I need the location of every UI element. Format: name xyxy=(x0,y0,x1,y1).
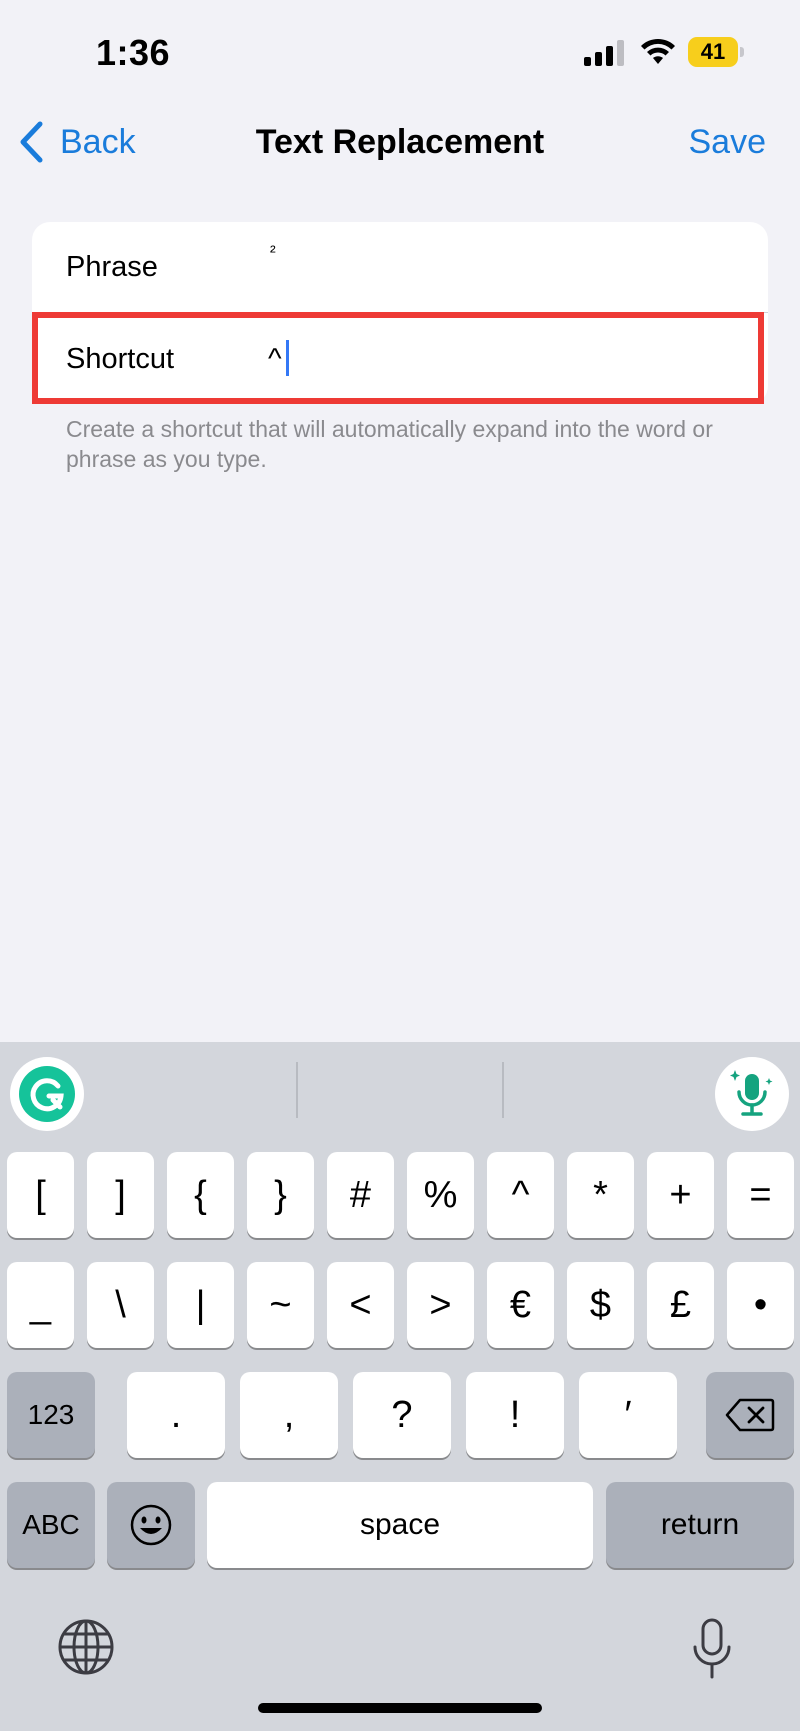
key[interactable]: < xyxy=(327,1262,394,1348)
key[interactable]: \ xyxy=(87,1262,154,1348)
key[interactable]: } xyxy=(247,1152,314,1238)
grammarly-icon xyxy=(19,1066,75,1122)
shortcut-label: Shortcut xyxy=(66,343,174,375)
key[interactable]: % xyxy=(407,1152,474,1238)
suggestion-bar xyxy=(0,1042,800,1142)
delete-key[interactable] xyxy=(706,1372,794,1458)
key[interactable]: = xyxy=(727,1152,794,1238)
grammarly-button[interactable] xyxy=(10,1057,84,1131)
key[interactable]: > xyxy=(407,1262,474,1348)
text-cursor xyxy=(285,340,289,377)
key[interactable]: $ xyxy=(567,1262,634,1348)
battery-icon: 41 xyxy=(688,37,744,67)
key[interactable]: £ xyxy=(647,1262,714,1348)
key[interactable]: ′ xyxy=(579,1372,677,1458)
mic-icon[interactable] xyxy=(690,1617,734,1681)
key[interactable]: _ xyxy=(7,1262,74,1348)
key[interactable]: , xyxy=(240,1372,338,1458)
phrase-field[interactable]: ² xyxy=(270,222,276,282)
key[interactable]: { xyxy=(167,1152,234,1238)
page-title: Text Replacement xyxy=(255,123,545,161)
key[interactable]: ! xyxy=(466,1372,564,1458)
dictation-button[interactable] xyxy=(715,1057,789,1131)
key[interactable]: [ xyxy=(7,1152,74,1238)
phrase-label: Phrase xyxy=(66,251,158,283)
key[interactable]: ] xyxy=(87,1152,154,1238)
suggestion-divider xyxy=(502,1062,504,1118)
delete-icon xyxy=(725,1398,775,1432)
key[interactable]: ~ xyxy=(247,1262,314,1348)
battery-level: 41 xyxy=(688,37,738,67)
abc-key[interactable]: ABC xyxy=(7,1482,95,1568)
dictation-mic-icon xyxy=(730,1070,773,1116)
globe-icon[interactable] xyxy=(56,1617,116,1677)
status-bar: 1:36 41 xyxy=(0,0,800,100)
signal-icon xyxy=(584,40,628,66)
status-time: 1:36 xyxy=(96,32,171,73)
key[interactable]: • xyxy=(727,1262,794,1348)
numbers-mode-key[interactable]: 123 xyxy=(7,1372,95,1458)
emoji-icon xyxy=(130,1504,172,1546)
shortcut-field[interactable]: ^ xyxy=(268,314,289,404)
key[interactable]: . xyxy=(127,1372,225,1458)
key[interactable]: ? xyxy=(353,1372,451,1458)
navigation-bar: Back Text Replacement Save xyxy=(0,110,800,174)
suggestion-divider xyxy=(296,1062,298,1118)
key[interactable]: € xyxy=(487,1262,554,1348)
keyboard: [ ] { } # % ^ * + = _ \ | ~ < > € $ £ • … xyxy=(0,1042,800,1731)
key[interactable]: * xyxy=(567,1152,634,1238)
space-key[interactable]: space xyxy=(207,1482,593,1568)
shortcut-row[interactable]: Shortcut ^ xyxy=(32,314,768,404)
shortcut-value: ^ xyxy=(268,343,282,375)
key[interactable]: | xyxy=(167,1262,234,1348)
key[interactable]: ^ xyxy=(487,1152,554,1238)
return-key[interactable]: return xyxy=(606,1482,794,1568)
emoji-key[interactable] xyxy=(107,1482,195,1568)
text-replacement-form: Phrase ² Shortcut ^ xyxy=(32,222,768,404)
key[interactable]: + xyxy=(647,1152,714,1238)
home-indicator[interactable] xyxy=(258,1703,542,1713)
phrase-row[interactable]: Phrase ² xyxy=(32,222,768,312)
save-button[interactable]: Save xyxy=(689,110,767,174)
key[interactable]: # xyxy=(327,1152,394,1238)
row-divider xyxy=(66,312,768,313)
wifi-icon xyxy=(641,38,675,64)
shortcut-footnote: Create a shortcut that will automaticall… xyxy=(66,416,713,472)
